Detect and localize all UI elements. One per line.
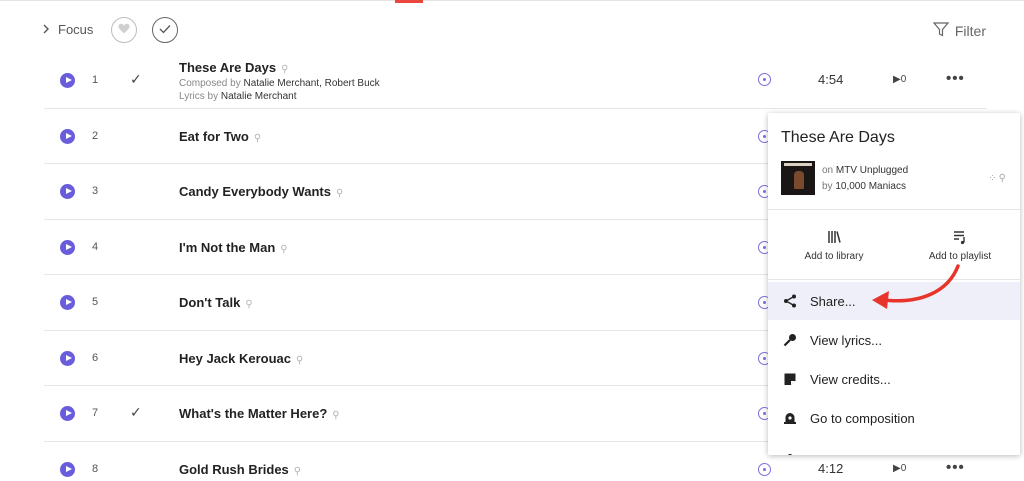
track-number: 1 — [92, 74, 99, 86]
track-duration: 4:12 — [818, 461, 844, 476]
track-duration: 4:54 — [818, 72, 844, 87]
artist-link[interactable]: 10,000 Maniacs — [835, 181, 906, 192]
share-menu-item[interactable]: Share... — [768, 282, 1020, 320]
track-number: 3 — [92, 185, 99, 197]
share-icon — [782, 293, 798, 309]
album-link[interactable]: MTV Unplugged — [836, 165, 908, 176]
focus-toggle[interactable]: Focus — [42, 22, 93, 37]
composer-link[interactable]: Natalie Merchant, Robert Buck — [243, 78, 379, 89]
track-number: 8 — [92, 463, 99, 475]
album-info: on MTV Unplugged by 10,000 Maniacs — [822, 165, 909, 192]
popup-track-title: These Are Days — [781, 129, 895, 146]
pin-icon: ⚲ — [293, 466, 302, 477]
credits-book-icon — [782, 371, 798, 387]
album-pin-icons: ⁘⚲ — [988, 173, 1008, 184]
play-button[interactable] — [60, 462, 75, 477]
track-number: 4 — [92, 241, 99, 253]
divider — [768, 279, 1020, 280]
in-library-check-icon: ✓ — [130, 71, 142, 87]
pin-icon: ⚲ — [245, 299, 253, 310]
filter-funnel-icon — [932, 22, 950, 40]
track-title[interactable]: I'm Not the Man ⚲ — [179, 240, 288, 255]
play-button[interactable] — [60, 129, 75, 144]
track-list-toolbar: Focus Filter — [0, 14, 1024, 48]
track-title[interactable]: These Are Days ⚲ — [179, 60, 288, 75]
pin-icon: ⚲ — [280, 244, 288, 255]
track-title[interactable]: Eat for Two ⚲ — [179, 129, 261, 144]
go-to-composition-menu-item[interactable]: Go to composition — [768, 399, 1020, 437]
check-icon — [159, 21, 171, 39]
track-title[interactable]: Gold Rush Brides ⚲ — [179, 462, 301, 477]
track-title[interactable]: Candy Everybody Wants ⚲ — [179, 184, 343, 199]
play-button[interactable] — [60, 295, 75, 310]
track-number: 2 — [92, 130, 99, 142]
album-cover[interactable] — [781, 161, 815, 195]
track-title[interactable]: What's the Matter Here? ⚲ — [179, 406, 340, 421]
play-button[interactable] — [60, 73, 75, 88]
pin-icon: ⚲ — [281, 64, 289, 75]
play-count[interactable]: ▶0 — [893, 74, 906, 85]
composition-icon — [782, 410, 798, 426]
play-button[interactable] — [60, 184, 75, 199]
filter-button[interactable]: Filter — [932, 22, 986, 40]
filter-label: Filter — [954, 23, 986, 39]
menu-item-icon — [782, 449, 798, 455]
track-row[interactable]: 1 ✓ These Are Days ⚲ Composed by Natalie … — [44, 53, 986, 109]
lyricist-link[interactable]: Natalie Merchant — [221, 91, 297, 102]
in-library-check-icon: ✓ — [130, 404, 142, 420]
playlist-icon — [910, 229, 1010, 247]
add-to-library-button[interactable]: Add to library — [784, 229, 884, 262]
divider — [768, 209, 1020, 210]
track-credits: Composed by Natalie Merchant, Robert Buc… — [179, 78, 380, 102]
pin-icon: ⚲ — [332, 410, 340, 421]
album-disc-icon[interactable] — [758, 73, 771, 86]
track-context-menu: These Are Days on MTV Unplugged by 10,00… — [768, 113, 1020, 455]
in-library-filter-button[interactable] — [152, 17, 178, 43]
album-disc-icon[interactable] — [758, 463, 771, 476]
track-title[interactable]: Hey Jack Kerouac ⚲ — [179, 351, 303, 366]
microphone-icon — [782, 332, 798, 348]
pin-icon: ⚲ — [296, 355, 304, 366]
play-count[interactable]: ▶0 — [893, 463, 906, 474]
track-title[interactable]: Don't Talk ⚲ — [179, 295, 253, 310]
heart-icon — [118, 21, 130, 39]
active-tab-indicator — [395, 0, 423, 3]
play-button[interactable] — [60, 406, 75, 421]
track-number: 6 — [92, 352, 99, 364]
library-icon — [784, 229, 884, 247]
play-button[interactable] — [60, 351, 75, 366]
track-number: 7 — [92, 407, 99, 419]
pin-icon: ⚲ — [335, 188, 344, 199]
more-options-icon[interactable]: ••• — [946, 70, 965, 87]
next-menu-item-partial[interactable] — [768, 438, 1020, 455]
focus-label: Focus — [58, 22, 94, 37]
more-options-icon[interactable]: ••• — [946, 459, 965, 476]
track-number: 5 — [92, 296, 99, 308]
pin-icon: ⚲ — [253, 133, 262, 144]
view-credits-menu-item[interactable]: View credits... — [768, 360, 1020, 398]
add-to-playlist-button[interactable]: Add to playlist — [910, 229, 1010, 262]
view-lyrics-menu-item[interactable]: View lyrics... — [768, 321, 1020, 359]
top-border — [0, 0, 1024, 1]
play-button[interactable] — [60, 240, 75, 255]
chevron-right-icon — [42, 22, 50, 37]
favorites-filter-button[interactable] — [111, 17, 137, 43]
